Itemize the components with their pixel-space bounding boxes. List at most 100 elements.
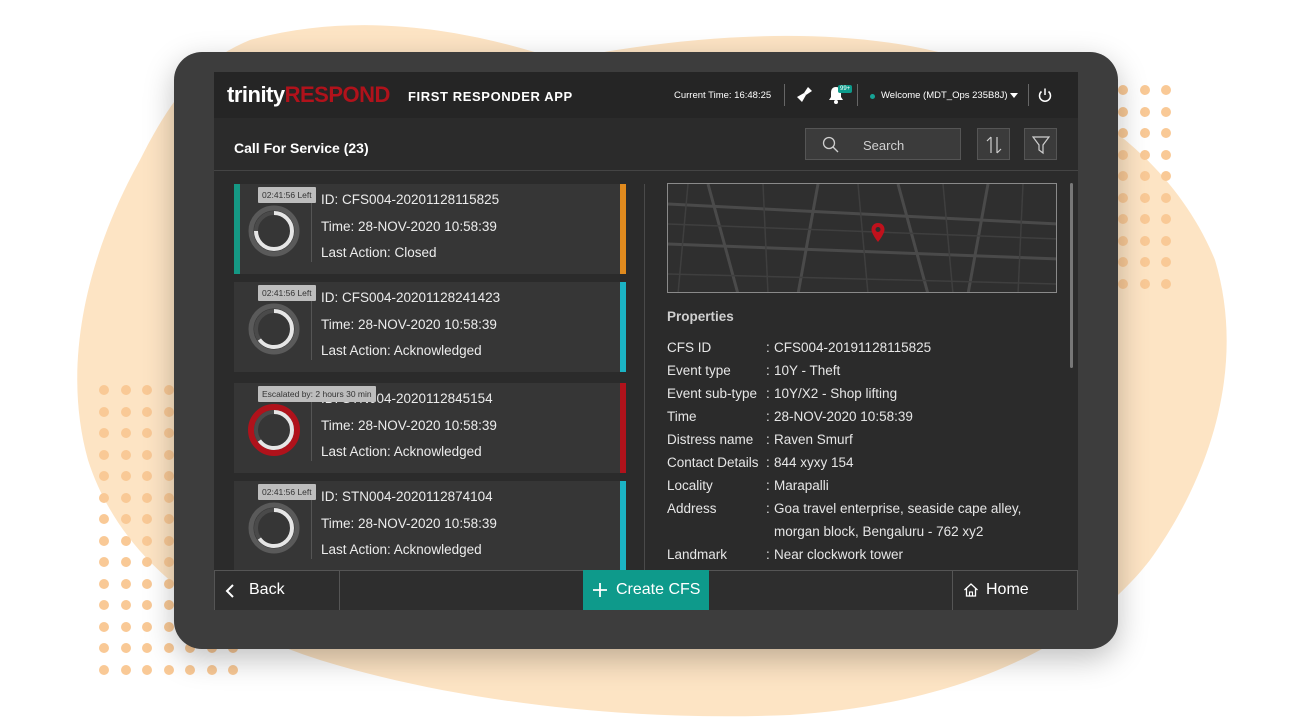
decorative-dot bbox=[99, 385, 109, 395]
decorative-dot bbox=[1139, 128, 1150, 138]
property-colon: : bbox=[766, 432, 770, 447]
call-card[interactable]: ID: CFS004-20201128115825 Time: 28-NOV-20… bbox=[234, 184, 626, 274]
chevron-down-icon[interactable] bbox=[1010, 93, 1018, 98]
status-color-bar bbox=[620, 383, 626, 473]
map-view[interactable] bbox=[667, 183, 1057, 293]
home-button[interactable]: Home bbox=[952, 571, 1078, 610]
property-key: CFS ID bbox=[667, 340, 712, 355]
property-value: 10Y/X2 - Shop lifting bbox=[774, 386, 898, 401]
create-cfs-label: Create CFS bbox=[616, 581, 701, 598]
decorative-dot bbox=[185, 664, 195, 675]
property-value: morgan block, Bengaluru - 762 xy2 bbox=[774, 524, 984, 539]
call-card[interactable]: ID: STN004-2020112874104 Time: 28-NOV-202… bbox=[234, 481, 626, 571]
decorative-dot bbox=[120, 514, 131, 524]
decorative-dot bbox=[120, 471, 131, 481]
decorative-dot bbox=[120, 664, 131, 675]
search-placeholder: Search bbox=[863, 138, 905, 153]
app-title: FIRST RESPONDER APP bbox=[408, 89, 573, 104]
create-cfs-button[interactable]: Create CFS bbox=[583, 570, 709, 610]
broom-icon[interactable] bbox=[796, 86, 814, 104]
property-colon: : bbox=[766, 363, 770, 378]
call-card[interactable]: ID: STN004-2020112845154 Time: 28-NOV-202… bbox=[234, 383, 626, 473]
call-time: Time: 28-NOV-2020 10:58:39 bbox=[321, 219, 497, 234]
selected-indicator bbox=[234, 184, 240, 274]
back-button[interactable]: Back bbox=[214, 571, 340, 610]
decorative-dot bbox=[99, 643, 109, 653]
call-last-action: Last Action: Acknowledged bbox=[321, 343, 482, 358]
welcome-user[interactable]: Welcome (MDT_Ops 235B8J) bbox=[881, 90, 1008, 101]
decorative-dot bbox=[1139, 235, 1150, 246]
location-pin-icon[interactable] bbox=[870, 222, 886, 244]
top-bar: trinityRESPOND FIRST RESPONDER APP Curre… bbox=[214, 72, 1078, 118]
call-card[interactable]: ID: CFS004-20201128241423 Time: 28-NOV-20… bbox=[234, 282, 626, 372]
decorative-dot bbox=[1118, 235, 1128, 246]
decorative-dot bbox=[1139, 257, 1150, 267]
divider bbox=[857, 84, 858, 106]
decorative-dot bbox=[142, 385, 152, 395]
property-key: Contact Details bbox=[667, 455, 759, 470]
status-color-bar bbox=[620, 184, 626, 274]
decorative-dot bbox=[142, 492, 152, 503]
decorative-dot bbox=[99, 492, 109, 503]
timer-ring-icon bbox=[248, 502, 300, 554]
property-colon: : bbox=[766, 501, 770, 516]
app-screen: trinityRESPOND FIRST RESPONDER APP Curre… bbox=[214, 72, 1078, 610]
decorative-dot bbox=[1161, 85, 1171, 95]
timer-ring-icon bbox=[248, 205, 300, 257]
timer-ring-icon bbox=[248, 303, 300, 355]
decorative-dot bbox=[120, 535, 131, 546]
decorative-dot bbox=[163, 449, 174, 460]
decorative-dot bbox=[163, 428, 174, 438]
decorative-dot bbox=[163, 385, 174, 395]
call-time: Time: 28-NOV-2020 10:58:39 bbox=[321, 317, 497, 332]
call-time: Time: 28-NOV-2020 10:58:39 bbox=[321, 418, 497, 433]
map-streets bbox=[668, 184, 1056, 292]
brand-logo: trinityRESPOND bbox=[227, 82, 390, 108]
scrollbar[interactable] bbox=[1070, 183, 1073, 368]
decorative-dot bbox=[163, 557, 174, 567]
page-title: Call For Service (23) bbox=[234, 140, 369, 156]
decorative-dot bbox=[1118, 257, 1128, 267]
notification-badge: 99+ bbox=[838, 85, 853, 93]
decorative-dot bbox=[163, 471, 174, 481]
call-last-action: Last Action: Closed bbox=[321, 245, 437, 260]
decorative-dot bbox=[99, 428, 109, 438]
card-divider bbox=[311, 196, 312, 262]
power-icon[interactable] bbox=[1037, 87, 1053, 103]
call-id: ID: CFS004-20201128241423 bbox=[321, 290, 501, 305]
decorative-dot bbox=[99, 578, 109, 589]
property-key: Event sub-type bbox=[667, 386, 758, 401]
decorative-dot bbox=[1161, 278, 1171, 289]
decorative-dot bbox=[142, 643, 152, 653]
decorative-dot bbox=[1118, 128, 1128, 138]
decorative-dot bbox=[120, 557, 131, 567]
sort-button[interactable] bbox=[977, 128, 1010, 160]
property-colon: : bbox=[766, 547, 770, 562]
property-value: CFS004-20191128115825 bbox=[774, 340, 932, 355]
decorative-dot bbox=[99, 406, 109, 417]
decorative-dot bbox=[1118, 106, 1128, 117]
property-value: 28-NOV-2020 10:58:39 bbox=[774, 409, 913, 424]
decorative-dot bbox=[1161, 106, 1171, 117]
decorative-dot bbox=[1118, 278, 1128, 289]
property-key: Locality bbox=[667, 478, 713, 493]
divider bbox=[784, 84, 785, 106]
decorative-dot bbox=[120, 643, 131, 653]
filter-button[interactable] bbox=[1024, 128, 1057, 160]
current-time: Current Time: 16:48:25 bbox=[674, 90, 772, 101]
decorative-dot bbox=[99, 664, 109, 675]
decorative-dot bbox=[142, 621, 152, 632]
time-left-tooltip: 02:41:56 Left bbox=[258, 484, 316, 500]
decorative-dot bbox=[1139, 149, 1150, 160]
decorative-dot bbox=[1161, 214, 1171, 224]
decorative-dot bbox=[99, 471, 109, 481]
search-input[interactable]: Search bbox=[805, 128, 961, 160]
decorative-dot bbox=[1118, 171, 1128, 181]
decorative-dot bbox=[120, 428, 131, 438]
decorative-dot bbox=[1118, 149, 1128, 160]
card-divider bbox=[311, 493, 312, 559]
decorative-dot bbox=[142, 428, 152, 438]
decorative-dot bbox=[99, 600, 109, 610]
decorative-dot bbox=[1118, 85, 1128, 95]
time-left-tooltip: 02:41:56 Left bbox=[258, 187, 316, 203]
